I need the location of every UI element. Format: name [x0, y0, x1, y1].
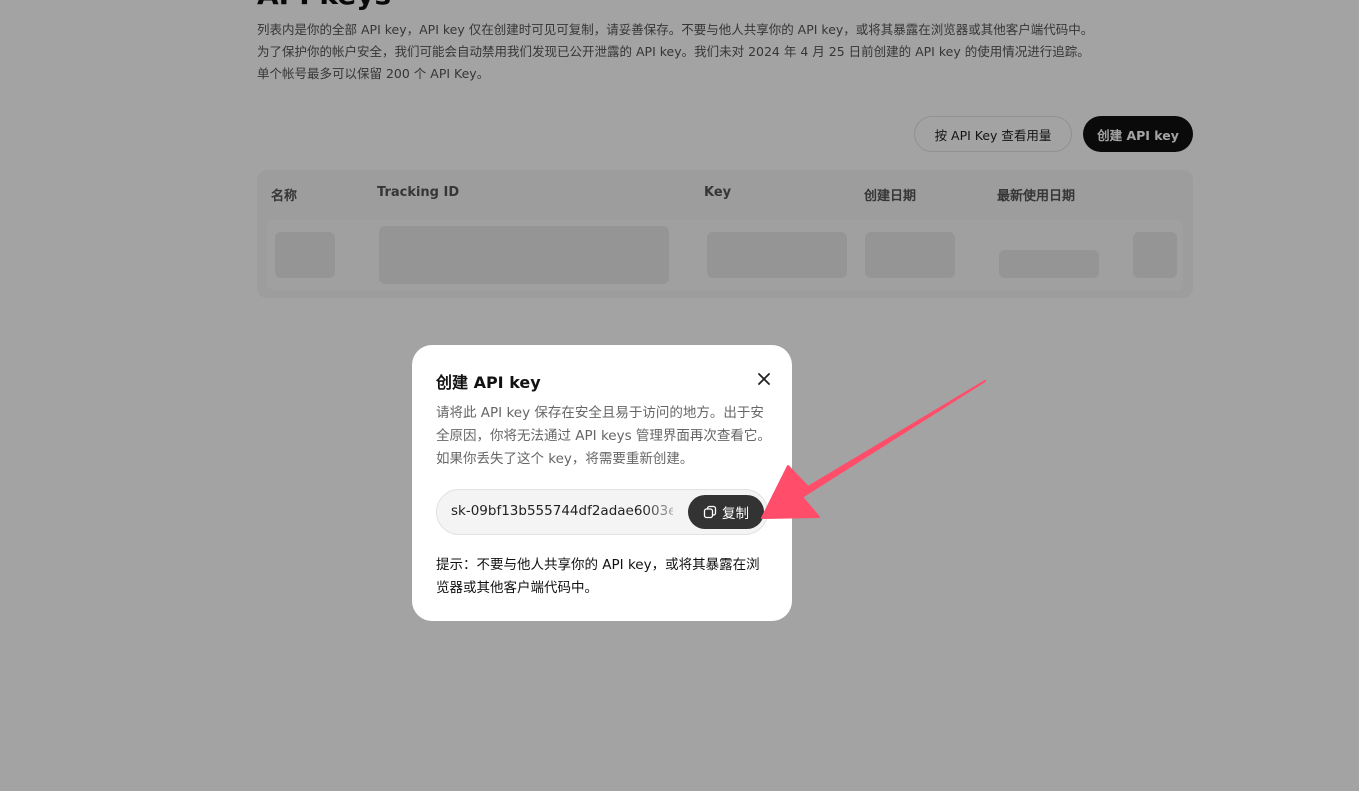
key-fade [643, 490, 687, 534]
create-api-key-dialog: 创建 API key 请将此 API key 保存在安全且易于访问的地方。出于安… [412, 345, 792, 621]
copy-icon [703, 505, 717, 519]
close-icon [758, 373, 770, 385]
dialog-description: 请将此 API key 保存在安全且易于访问的地方。出于安全原因，你将无法通过 … [436, 405, 771, 467]
copy-button-label: 复制 [722, 506, 749, 522]
api-key-value: sk-09bf13b555744df2adae6003e70 [451, 503, 673, 519]
dialog-title: 创建 API key [436, 373, 541, 392]
security-tip: 提示：不要与他人共享你的 API key，或将其暴露在浏览器或其他客户端代码中。 [436, 557, 760, 596]
api-key-field[interactable]: sk-09bf13b555744df2adae6003e70 复制 [436, 489, 768, 535]
close-button[interactable] [754, 369, 774, 389]
copy-button[interactable]: 复制 [688, 495, 764, 529]
